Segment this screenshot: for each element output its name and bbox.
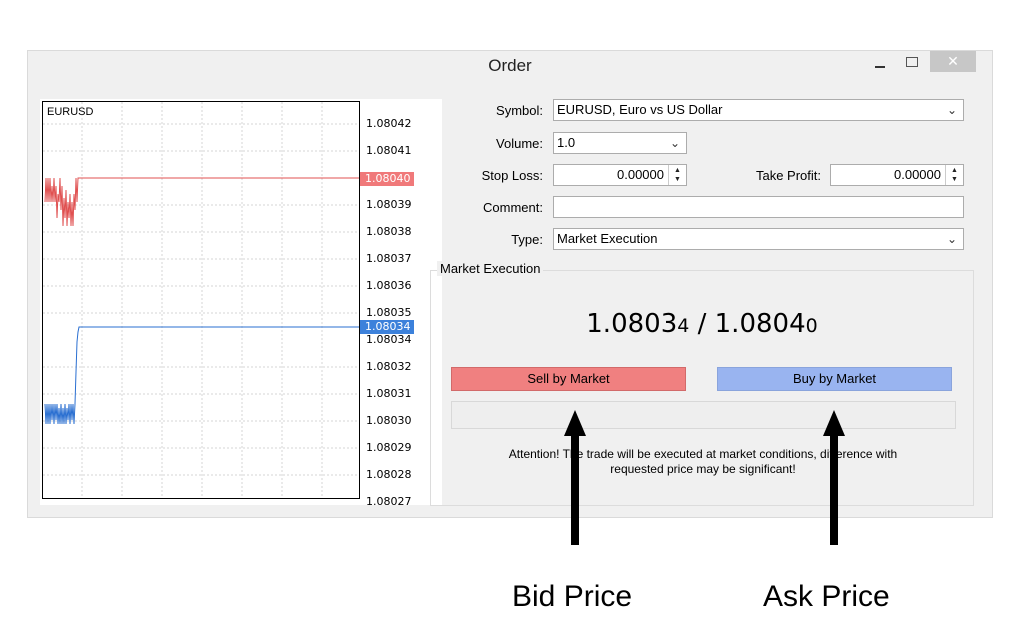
attention-line: requested price may be significant! bbox=[610, 462, 796, 476]
chevron-down-icon: ⌄ bbox=[946, 103, 957, 117]
y-tick-label: 1.08039 bbox=[366, 198, 412, 211]
take-profit-label: Take Profit: bbox=[755, 168, 821, 183]
symbol-select[interactable]: EURUSD, Euro vs US Dollar ⌄ bbox=[553, 99, 964, 121]
volume-value: 1.0 bbox=[557, 135, 576, 150]
stepper-icon[interactable]: ▲ ▼ bbox=[945, 165, 963, 185]
close-icon[interactable]: ✕ bbox=[930, 51, 976, 72]
y-tick-label: 1.08034 bbox=[366, 333, 412, 346]
type-label: Type: bbox=[511, 232, 543, 247]
y-tick-label: 1.08042 bbox=[366, 117, 412, 130]
comment-input[interactable] bbox=[553, 196, 964, 218]
type-value: Market Execution bbox=[557, 231, 658, 246]
stop-loss-input[interactable]: 0.00000 ▲ ▼ bbox=[553, 164, 687, 186]
y-tick-label: 1.08035 bbox=[366, 306, 412, 319]
volume-label: Volume: bbox=[496, 136, 543, 151]
tick-chart: EURUSD 1.08042 1.08041 1.08040 1.08039 1… bbox=[40, 99, 442, 505]
symbol-label: Symbol: bbox=[496, 103, 543, 118]
sell-by-market-button[interactable]: Sell by Market bbox=[451, 367, 686, 391]
maximize-icon[interactable] bbox=[898, 51, 926, 72]
ask-arrow-icon bbox=[823, 410, 845, 545]
bid-price-main: 1.0803 bbox=[586, 309, 678, 339]
bid-price-annotation: Bid Price bbox=[512, 580, 633, 613]
attention-line: Attention! The trade will be executed at… bbox=[508, 447, 898, 461]
bid-arrow-icon bbox=[564, 410, 586, 545]
ask-price-tag: 1.08040 bbox=[360, 172, 414, 186]
type-select[interactable]: Market Execution ⌄ bbox=[553, 228, 964, 250]
y-tick-label: 1.08036 bbox=[366, 279, 412, 292]
stop-loss-label: Stop Loss: bbox=[481, 168, 543, 183]
y-tick-label: 1.08041 bbox=[366, 144, 412, 157]
market-execution-group: Market Execution 1.08034 / 1.08040 Sell … bbox=[430, 261, 974, 506]
y-tick-label: 1.08027 bbox=[366, 495, 412, 505]
chart-svg bbox=[43, 102, 359, 498]
attention-message: Attention! The trade will be executed at… bbox=[471, 447, 935, 477]
buy-by-market-button[interactable]: Buy by Market bbox=[717, 367, 952, 391]
bid-price-small: 4 bbox=[677, 315, 690, 337]
y-tick-label: 1.08032 bbox=[366, 360, 412, 373]
window-title: Order bbox=[488, 56, 532, 75]
comment-label: Comment: bbox=[483, 200, 543, 215]
take-profit-input[interactable]: 0.00000 ▲ ▼ bbox=[830, 164, 964, 186]
group-title: Market Execution bbox=[437, 261, 544, 276]
execution-status-box bbox=[451, 401, 956, 429]
ask-price-main: 1.0804 bbox=[714, 309, 806, 339]
chevron-down-icon: ⌄ bbox=[669, 136, 680, 150]
stepper-icon[interactable]: ▲ ▼ bbox=[668, 165, 686, 185]
volume-select[interactable]: 1.0 ⌄ bbox=[553, 132, 687, 154]
title-bar: Order ✕ bbox=[28, 51, 992, 85]
ask-price-annotation: Ask Price bbox=[763, 580, 890, 613]
y-tick-label: 1.08030 bbox=[366, 414, 412, 427]
take-profit-value: 0.00000 bbox=[894, 167, 941, 182]
symbol-value: EURUSD, Euro vs US Dollar bbox=[557, 102, 723, 117]
chevron-down-icon: ⌄ bbox=[946, 232, 957, 246]
y-tick-label: 1.08037 bbox=[366, 252, 412, 265]
y-tick-label: 1.08028 bbox=[366, 468, 412, 481]
bid-price-tag: 1.08034 bbox=[360, 320, 414, 334]
minimize-icon[interactable] bbox=[866, 51, 894, 72]
y-tick-label: 1.08038 bbox=[366, 225, 412, 238]
ask-price-small: 0 bbox=[805, 315, 818, 337]
price-separator: / bbox=[689, 309, 715, 339]
y-tick-label: 1.08031 bbox=[366, 387, 412, 400]
chart-symbol-label: EURUSD bbox=[47, 106, 94, 118]
price-display: 1.08034 / 1.08040 bbox=[431, 309, 973, 339]
stop-loss-value: 0.00000 bbox=[617, 167, 664, 182]
y-tick-label: 1.08029 bbox=[366, 441, 412, 454]
chart-plot-area: EURUSD bbox=[42, 101, 360, 499]
